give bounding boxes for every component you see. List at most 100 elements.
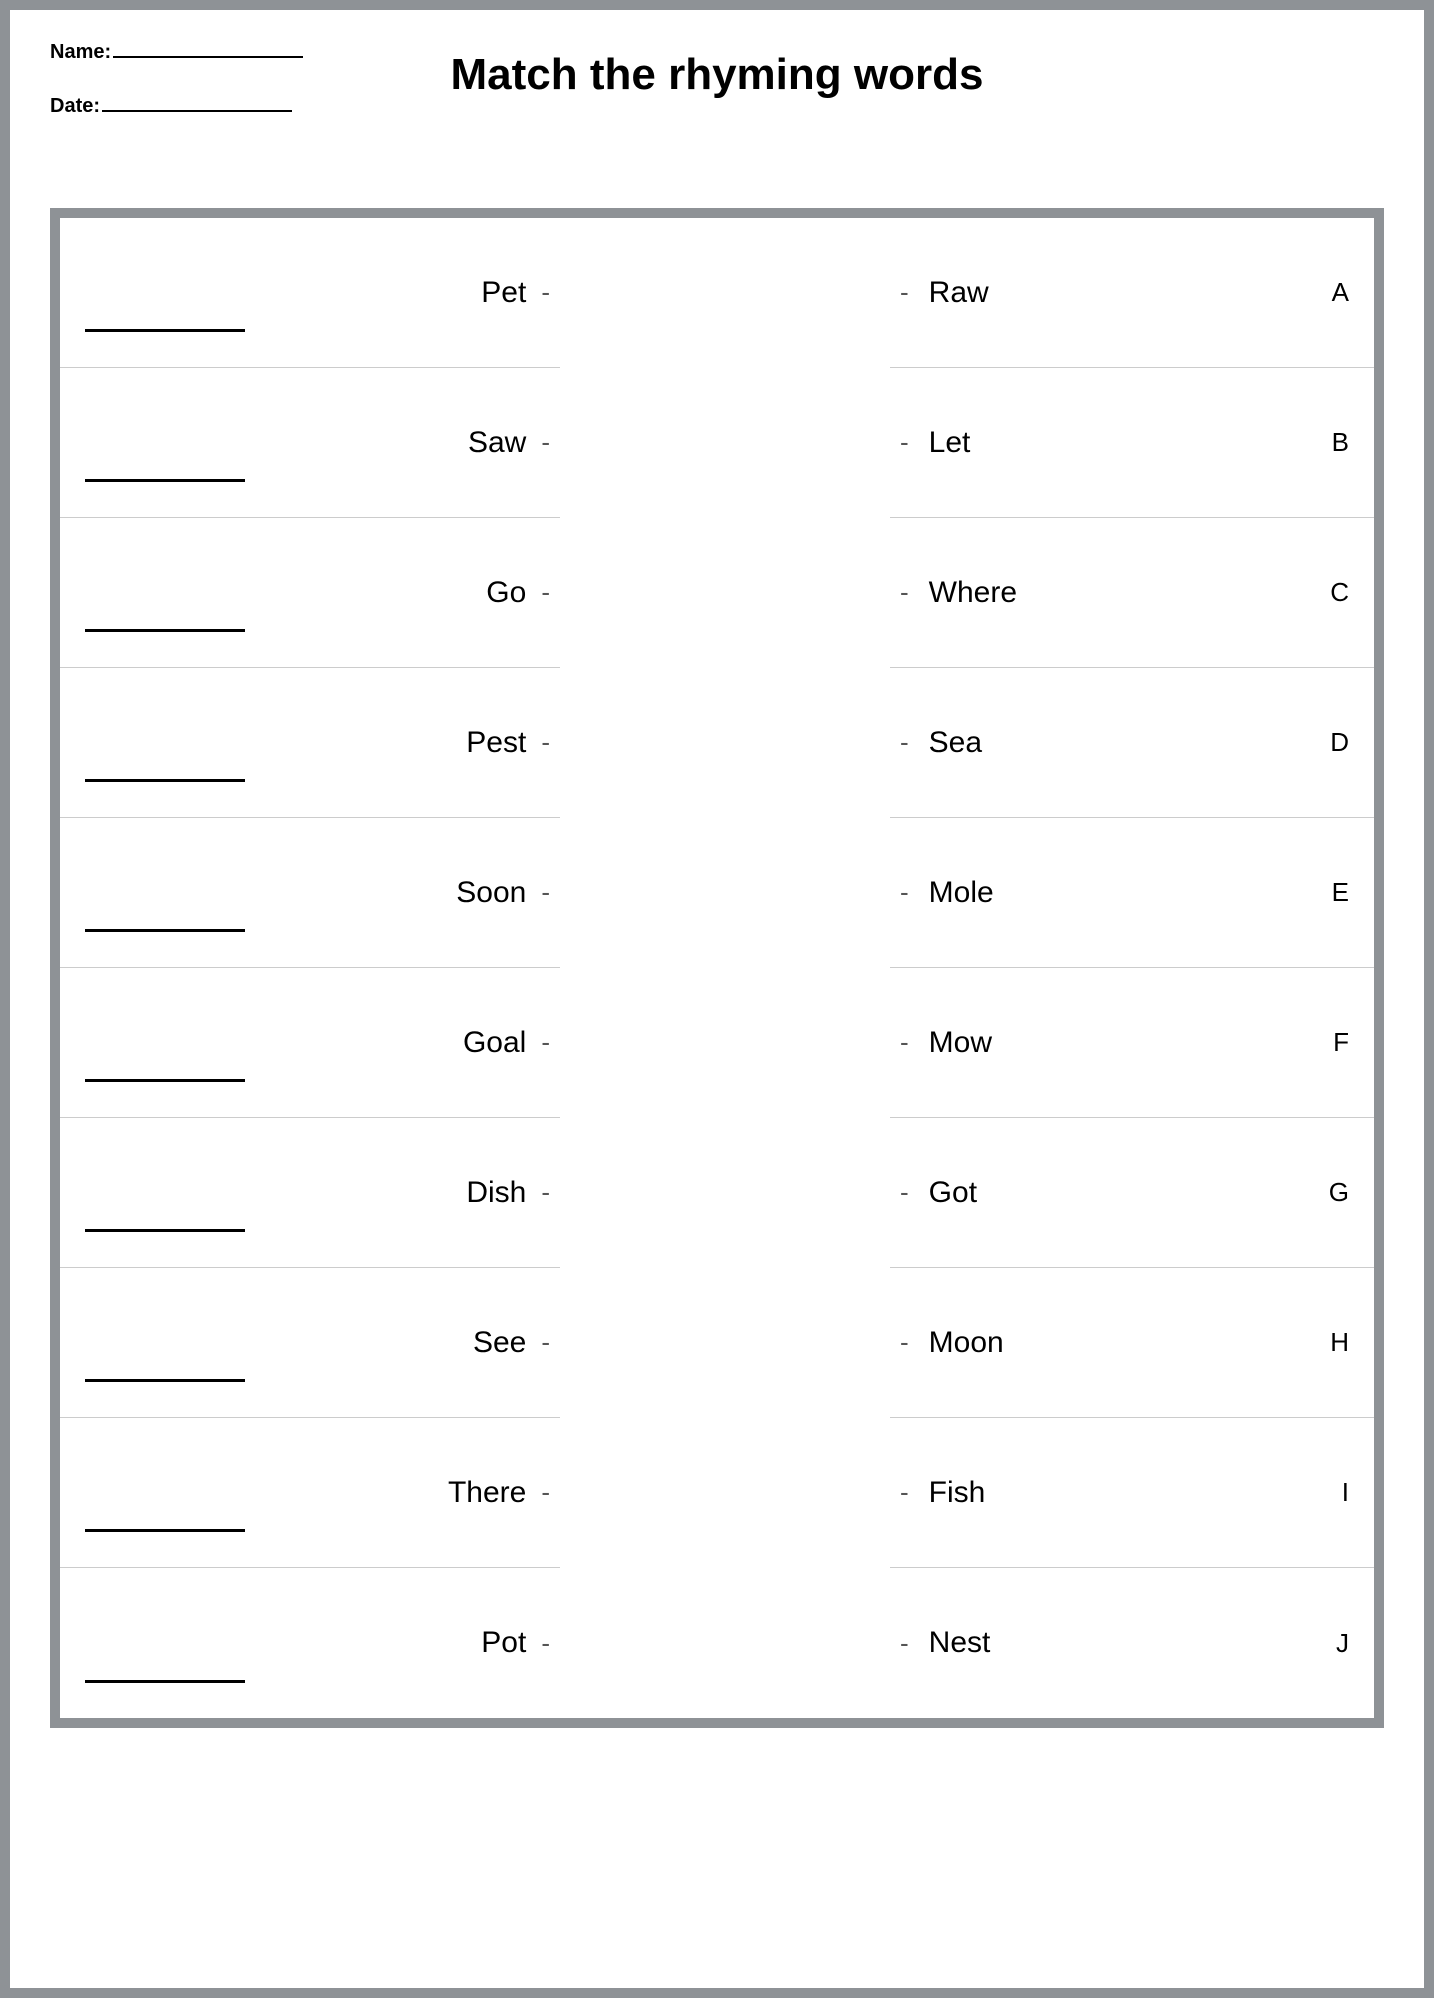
match-row: There--FishI [60, 1418, 1374, 1568]
right-word: Nest [929, 1626, 1336, 1660]
match-row: Saw--LetB [60, 368, 1374, 518]
answer-blank[interactable] [85, 779, 245, 782]
dash-icon: - [541, 1477, 550, 1508]
left-cell: Pest- [60, 668, 560, 818]
right-letter: H [1330, 1327, 1349, 1358]
match-row: Pet--RawA [60, 218, 1374, 368]
left-word: Goal [60, 1026, 541, 1060]
dash-icon: - [541, 1177, 550, 1208]
match-row: Goal--MowF [60, 968, 1374, 1118]
right-letter: C [1330, 577, 1349, 608]
left-word: See [60, 1326, 541, 1360]
worksheet-title: Match the rhyming words [10, 50, 1424, 100]
match-row: Dish--GotG [60, 1118, 1374, 1268]
match-gap[interactable] [560, 668, 890, 818]
right-word: Let [929, 426, 1332, 460]
answer-blank[interactable] [85, 929, 245, 932]
dash-icon: - [541, 1027, 550, 1058]
right-word: Fish [929, 1476, 1342, 1510]
right-word: Mole [929, 876, 1332, 910]
right-cell: -SeaD [890, 668, 1374, 818]
dash-icon: - [900, 1477, 909, 1508]
dash-icon: - [900, 577, 909, 608]
dash-icon: - [900, 1027, 909, 1058]
left-cell: See- [60, 1268, 560, 1418]
dash-icon: - [541, 577, 550, 608]
left-cell: Go- [60, 518, 560, 668]
right-word: Where [929, 576, 1331, 610]
right-cell: -GotG [890, 1118, 1374, 1268]
right-letter: E [1332, 877, 1349, 908]
dash-icon: - [900, 727, 909, 758]
dash-icon: - [541, 277, 550, 308]
answer-blank[interactable] [85, 1079, 245, 1082]
worksheet-box: Pet--RawASaw--LetBGo--WhereCPest--SeaDSo… [50, 208, 1384, 1728]
right-cell: -MoonH [890, 1268, 1374, 1418]
match-gap[interactable] [560, 818, 890, 968]
left-word: Dish [60, 1176, 541, 1210]
answer-blank[interactable] [85, 1379, 245, 1382]
dash-icon: - [541, 427, 550, 458]
dash-icon: - [541, 1628, 550, 1659]
left-word: Saw [60, 426, 541, 460]
answer-blank[interactable] [85, 1680, 245, 1683]
left-cell: Pot- [60, 1568, 560, 1718]
match-gap[interactable] [560, 218, 890, 368]
right-word: Got [929, 1176, 1329, 1210]
right-word: Sea [929, 726, 1331, 760]
dash-icon: - [900, 1327, 909, 1358]
left-cell: Goal- [60, 968, 560, 1118]
right-cell: -FishI [890, 1418, 1374, 1568]
answer-blank[interactable] [85, 1229, 245, 1232]
left-cell: Saw- [60, 368, 560, 518]
right-cell: -MowF [890, 968, 1374, 1118]
left-word: Pest [60, 726, 541, 760]
right-cell: -NestJ [890, 1568, 1374, 1718]
left-word: Pot [60, 1626, 541, 1660]
match-row: See--MoonH [60, 1268, 1374, 1418]
match-row: Soon--MoleE [60, 818, 1374, 968]
right-cell: -RawA [890, 218, 1374, 368]
right-letter: D [1330, 727, 1349, 758]
answer-blank[interactable] [85, 629, 245, 632]
left-cell: Soon- [60, 818, 560, 968]
left-cell: Dish- [60, 1118, 560, 1268]
answer-blank[interactable] [85, 1529, 245, 1532]
right-cell: -LetB [890, 368, 1374, 518]
match-gap[interactable] [560, 1418, 890, 1568]
right-letter: J [1336, 1628, 1349, 1659]
left-cell: There- [60, 1418, 560, 1568]
right-letter: B [1332, 427, 1349, 458]
answer-blank[interactable] [85, 329, 245, 332]
dash-icon: - [900, 1177, 909, 1208]
dash-icon: - [900, 1628, 909, 1659]
right-cell: -MoleE [890, 818, 1374, 968]
right-letter: A [1332, 277, 1349, 308]
dash-icon: - [541, 877, 550, 908]
dash-icon: - [541, 727, 550, 758]
match-row: Go--WhereC [60, 518, 1374, 668]
match-gap[interactable] [560, 518, 890, 668]
dash-icon: - [900, 427, 909, 458]
match-gap[interactable] [560, 1118, 890, 1268]
right-letter: G [1329, 1177, 1349, 1208]
right-word: Raw [929, 276, 1332, 310]
rows-container: Pet--RawASaw--LetBGo--WhereCPest--SeaDSo… [60, 218, 1374, 1718]
dash-icon: - [900, 877, 909, 908]
right-word: Mow [929, 1026, 1333, 1060]
left-word: Soon [60, 876, 541, 910]
left-word: There [60, 1476, 541, 1510]
right-cell: -WhereC [890, 518, 1374, 668]
left-word: Pet [60, 276, 541, 310]
match-gap[interactable] [560, 968, 890, 1118]
right-word: Moon [929, 1326, 1331, 1360]
match-row: Pot--NestJ [60, 1568, 1374, 1718]
right-letter: F [1333, 1027, 1349, 1058]
match-gap[interactable] [560, 1268, 890, 1418]
match-gap[interactable] [560, 1568, 890, 1718]
answer-blank[interactable] [85, 479, 245, 482]
dash-icon: - [541, 1327, 550, 1358]
match-gap[interactable] [560, 368, 890, 518]
left-cell: Pet- [60, 218, 560, 368]
left-word: Go [60, 576, 541, 610]
